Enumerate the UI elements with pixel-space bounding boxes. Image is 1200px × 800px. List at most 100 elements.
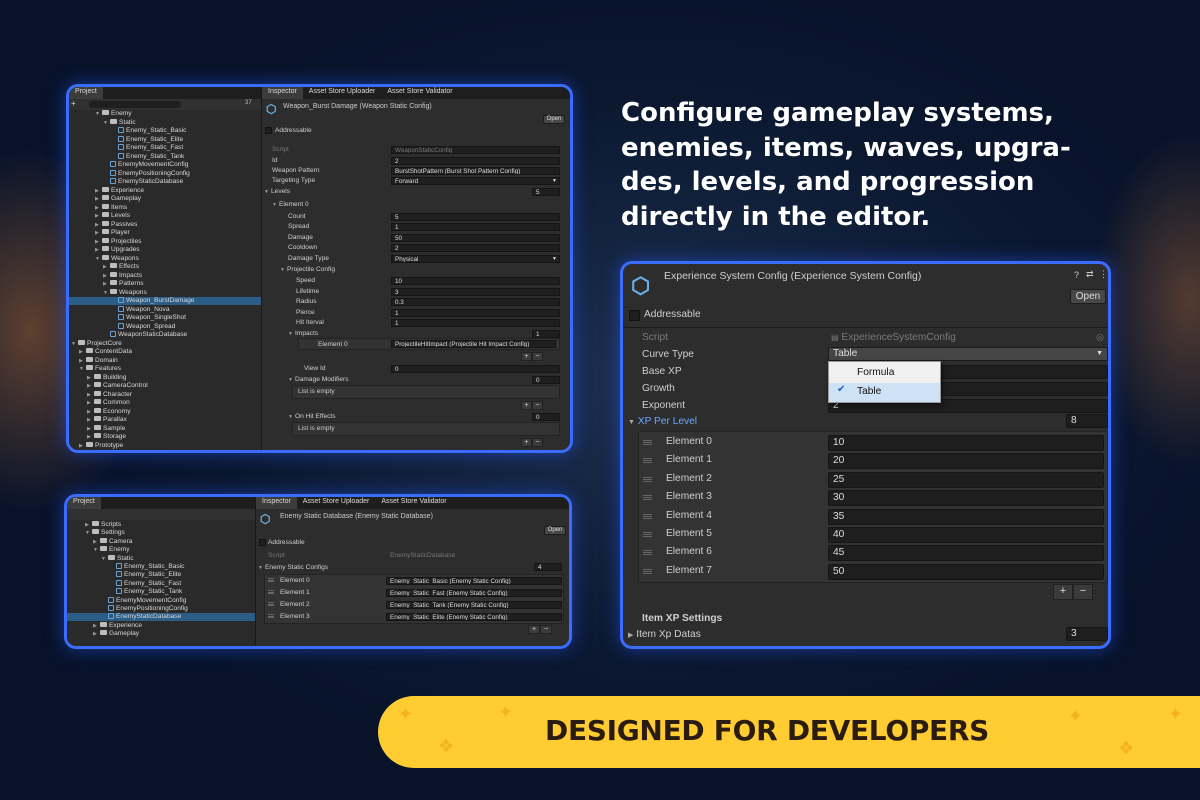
tree-item[interactable]: ▶ Parallax — [87, 416, 127, 424]
tree-item[interactable]: Enemy_Static_Tank — [111, 152, 184, 161]
tree-item[interactable]: ▶ Economy — [87, 407, 131, 416]
tree-item[interactable]: ▼ Static — [101, 554, 134, 563]
tree-item[interactable]: ▼ Weapons — [103, 288, 147, 297]
drag-handle-icon[interactable] — [643, 568, 652, 574]
drag-handle-icon[interactable] — [268, 578, 274, 582]
field-value[interactable]: 3 — [391, 288, 560, 296]
list-element-field[interactable]: Enemy_Static_Basic (Enemy Static Config) — [386, 577, 562, 585]
on-hit-effects-header[interactable]: ▼ On Hit Effects — [288, 412, 336, 421]
tree-item[interactable]: ▶ Gameplay — [93, 630, 139, 638]
field-value[interactable]: 0.3 — [391, 298, 560, 306]
field-value[interactable]: 1 — [391, 223, 560, 231]
field-label[interactable]: ▼ Levels — [264, 187, 290, 196]
tree-item[interactable]: ▶ Character — [87, 390, 132, 399]
tree-item[interactable]: ▶ Impacts — [103, 271, 142, 280]
drag-handle-icon[interactable] — [268, 590, 274, 594]
fold-arrow-icon[interactable]: ▶ — [95, 246, 102, 254]
tree-item[interactable]: ▶ Effects — [103, 263, 139, 271]
tree-item[interactable]: ▼ Settings — [85, 529, 125, 537]
tree-item[interactable]: Enemy_Static_Elite — [111, 135, 183, 144]
damage-modifiers-header[interactable]: ▼ Damage Modifiers — [288, 375, 349, 384]
tree-item[interactable]: ▼ Static — [103, 118, 136, 127]
fold-arrow-icon[interactable]: ▼ — [280, 266, 287, 275]
drag-handle-icon[interactable] — [643, 495, 652, 501]
fold-arrow-icon[interactable]: ▶ — [103, 263, 110, 271]
fold-arrow-icon[interactable]: ▶ — [95, 229, 102, 237]
tree-item[interactable]: ▶ Upgrades — [95, 246, 140, 254]
tree-item[interactable]: Enemy_Static_Basic — [111, 127, 186, 135]
tree-item[interactable]: ▼ Enemy — [95, 110, 132, 118]
field-value[interactable]: 10 — [391, 277, 560, 285]
tree-item[interactable]: ▼ Enemy — [93, 546, 130, 554]
tree-item[interactable]: ▶ Prototype — [79, 441, 123, 450]
field-value[interactable]: 5 — [391, 213, 560, 221]
fold-arrow-icon[interactable]: ▶ — [95, 212, 102, 220]
fold-arrow-icon[interactable]: ▶ — [93, 622, 100, 630]
tree-item[interactable]: EnemyStaticDatabase — [67, 613, 255, 622]
fold-arrow-icon[interactable]: ▼ — [95, 255, 102, 263]
tree-item[interactable]: Enemy_Static_Basic — [109, 563, 184, 571]
tab-project[interactable]: Project — [67, 497, 101, 509]
tree-item[interactable]: Enemy_Static_Tank — [109, 588, 182, 596]
add-element-button[interactable]: + — [521, 352, 532, 361]
drag-handle-icon[interactable] — [643, 513, 652, 519]
search-input[interactable] — [89, 101, 181, 108]
tree-item[interactable]: EnemyStaticDatabase — [103, 178, 183, 186]
list-element-field[interactable]: Enemy_Static_Fast (Enemy Static Config) — [386, 589, 562, 597]
tree-item[interactable]: ▶ ContentData — [79, 348, 132, 356]
remove-element-button[interactable]: − — [532, 401, 543, 410]
fold-arrow-icon[interactable]: ▶ — [85, 521, 92, 529]
tree-item[interactable]: ▶ Experience — [95, 186, 144, 195]
add-element-button[interactable]: + — [528, 625, 540, 634]
fold-arrow-icon[interactable]: ▼ — [93, 546, 100, 554]
xp-element-field[interactable]: 20 — [828, 453, 1104, 470]
list-element-field[interactable]: Enemy_Static_Elite (Enemy Static Config) — [386, 613, 562, 621]
tree-item[interactable]: ▶ Domain — [79, 356, 118, 365]
tree-item[interactable]: Enemy_Static_Fast — [111, 144, 183, 152]
fold-arrow-icon[interactable]: ▼ — [103, 289, 110, 297]
tree-item[interactable]: ▶ Items — [95, 203, 127, 212]
field-value[interactable]: 1 — [391, 309, 560, 317]
field-label[interactable]: ▼ Projectile Config — [280, 265, 335, 274]
fold-arrow-icon[interactable]: ▼ — [85, 529, 92, 537]
tree-item[interactable]: Enemy_Static_Fast — [109, 579, 181, 588]
field-value[interactable]: Physical ▼ — [391, 255, 560, 263]
tree-item[interactable]: ▶ Patterns — [103, 280, 144, 288]
tree-item[interactable]: WeaponStaticDatabase — [103, 331, 187, 339]
add-element-button[interactable]: + — [1053, 584, 1073, 600]
field-value[interactable]: 1 — [391, 319, 560, 327]
remove-element-button[interactable]: − — [540, 625, 552, 634]
fold-arrow-icon[interactable]: ▼ — [264, 188, 271, 197]
field-value[interactable]: BurstShotPattern (Burst Shot Pattern Con… — [391, 167, 560, 175]
tree-item[interactable]: EnemyPositioningConfig — [103, 169, 190, 178]
fold-arrow-icon[interactable]: ▶ — [87, 433, 94, 441]
fold-arrow-icon[interactable]: ▼ — [288, 330, 295, 339]
tree-item[interactable]: ▼ ProjectCore — [71, 339, 122, 348]
drag-handle-icon[interactable] — [268, 614, 274, 618]
tree-item[interactable]: ▶ Experience — [93, 621, 142, 630]
tree-item[interactable]: EnemyPositioningConfig — [101, 605, 188, 613]
fold-arrow-icon[interactable]: ▶ — [87, 399, 94, 407]
fold-arrow-icon[interactable]: ▶ — [79, 357, 86, 365]
drag-handle-icon[interactable] — [643, 476, 652, 482]
tree-item[interactable]: ▶ Gameplay — [95, 195, 141, 203]
field-value[interactable]: 50 — [391, 234, 560, 242]
fold-arrow-icon[interactable]: ▼ — [71, 340, 78, 348]
fold-arrow-icon[interactable]: ▶ — [95, 221, 102, 229]
tree-item[interactable]: ▶ Building — [87, 373, 126, 382]
tree-item[interactable]: ▶ Camera — [93, 537, 132, 546]
tree-item[interactable]: EnemyMovementConfig — [103, 161, 188, 169]
xp-element-field[interactable]: 10 — [828, 435, 1104, 451]
fold-arrow-icon[interactable]: ▼ — [288, 413, 295, 422]
fold-arrow-icon[interactable]: ▶ — [87, 391, 94, 399]
tree-item[interactable]: EnemyMovementConfig — [101, 596, 186, 605]
fold-arrow-icon[interactable]: ▶ — [103, 272, 110, 280]
tree-item[interactable]: ▼ Weapons — [95, 254, 139, 263]
tree-item[interactable]: Enemy_Static_Elite — [109, 571, 181, 579]
field-value[interactable]: 1 — [532, 330, 560, 338]
tree-item[interactable]: ▶ Passives — [95, 220, 137, 229]
drag-handle-icon[interactable] — [643, 550, 652, 556]
tree-item[interactable]: Weapon_BurstDamage — [69, 297, 261, 305]
xp-element-field[interactable]: 25 — [828, 471, 1104, 488]
field-value[interactable]: 2 — [391, 244, 560, 252]
